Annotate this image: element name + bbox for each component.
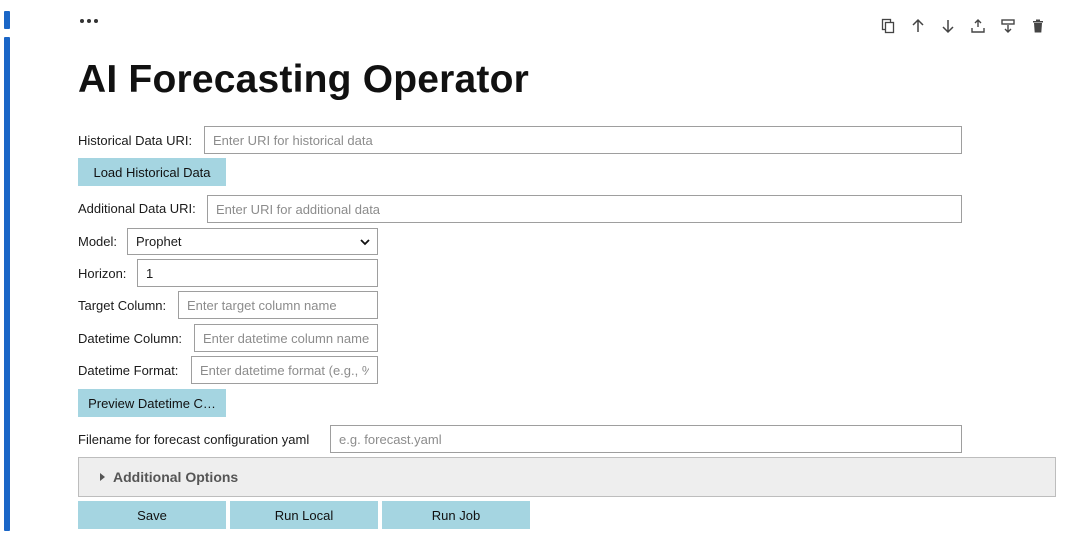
additional-data-label: Additional Data URI: (78, 201, 196, 216)
datetime-column-input[interactable] (194, 324, 378, 352)
model-select[interactable]: Prophet (127, 228, 378, 255)
page-title: AI Forecasting Operator (78, 58, 530, 101)
save-button[interactable]: Save (78, 501, 226, 529)
caret-right-icon (100, 473, 105, 481)
model-label: Model: (78, 234, 118, 249)
additional-options-accordion[interactable]: Additional Options (78, 457, 1056, 497)
filename-input[interactable] (330, 425, 962, 453)
datetime-format-label: Datetime Format: (78, 363, 179, 378)
horizon-input[interactable] (137, 259, 378, 287)
insert-above-icon[interactable] (968, 16, 988, 36)
historical-data-input[interactable] (204, 126, 962, 154)
filename-label: Filename for forecast configuration yaml (78, 432, 310, 447)
target-column-input[interactable] (178, 291, 378, 319)
datetime-format-input[interactable] (191, 356, 378, 384)
cell-toolbar (878, 16, 1048, 38)
preview-datetime-button[interactable]: Preview Datetime C… (78, 389, 226, 417)
load-historical-data-button[interactable]: Load Historical Data (78, 158, 226, 186)
horizon-label: Horizon: (78, 266, 127, 281)
move-down-icon[interactable] (938, 16, 958, 36)
additional-options-label: Additional Options (113, 469, 239, 485)
more-options-icon[interactable] (80, 12, 108, 28)
model-selected-value: Prophet (136, 234, 182, 249)
cell-collapser[interactable] (4, 37, 10, 531)
move-up-icon[interactable] (908, 16, 928, 36)
historical-data-label: Historical Data URI: (78, 133, 193, 148)
target-column-label: Target Column: (78, 298, 167, 313)
duplicate-icon[interactable] (878, 16, 898, 36)
chevron-down-icon (360, 239, 370, 246)
insert-below-icon[interactable] (998, 16, 1018, 36)
additional-data-input[interactable] (207, 195, 962, 223)
delete-icon[interactable] (1028, 16, 1048, 36)
datetime-column-label: Datetime Column: (78, 331, 183, 346)
cell-collapser-top[interactable] (4, 11, 10, 29)
run-local-button[interactable]: Run Local (230, 501, 378, 529)
run-job-button[interactable]: Run Job (382, 501, 530, 529)
